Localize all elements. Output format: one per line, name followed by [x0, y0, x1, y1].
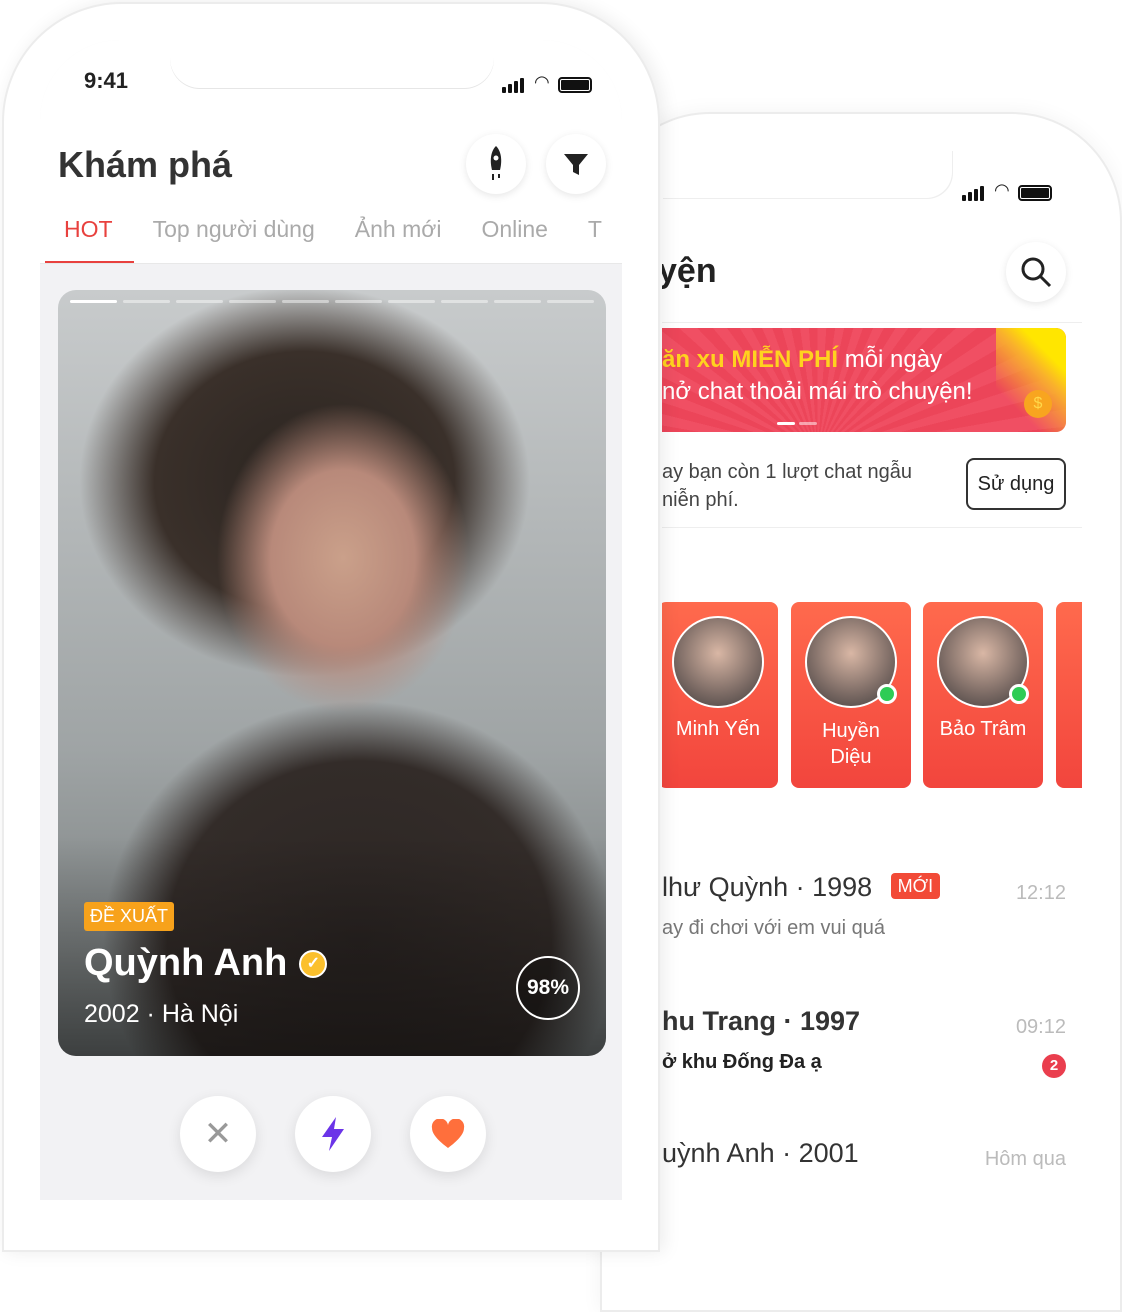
tab-new-photos[interactable]: Ảnh mới [355, 216, 442, 243]
chat-screen: ◠ yện $ ăn xu MIỄN PHÍ mỗi ngày nở chat … [662, 150, 1082, 1194]
status-bar: ◠ [962, 180, 1052, 201]
filter-icon [564, 154, 588, 175]
status-time: 9:41 [84, 68, 129, 93]
story-item[interactable]: Huyền Diệu [791, 602, 911, 788]
tab-online[interactable]: Online [481, 216, 547, 243]
conversation-row[interactable]: uỳnh Anh · 2001 Hôm qua [662, 1138, 1082, 1170]
promo-banner[interactable]: $ ăn xu MIỄN PHÍ mỗi ngày nở chat thoải … [662, 328, 1066, 432]
discover-screen: 9:41 ◠ Khám phá HOT Top người dùng Ảnh m… [40, 40, 622, 1200]
lightning-icon [322, 1117, 344, 1151]
signal-icon [962, 183, 986, 201]
battery-icon [557, 77, 592, 93]
profile-card[interactable]: ĐỀ XUẤT Quỳnh Anh ✓ 2002 · Hà Nội 98% [58, 290, 606, 1056]
chat-message: ở khu Đống Đa ạ [662, 1051, 822, 1073]
tab-top-users[interactable]: Top người dùng [153, 216, 315, 243]
story-name: Huyền Diệu [822, 720, 880, 768]
search-icon [1021, 257, 1052, 288]
free-chat-notice: ay bạn còn 1 lượt chat ngẫu niễn phí. [662, 458, 912, 514]
recommended-badge: ĐỀ XUẤT [84, 902, 175, 931]
chat-time: 12:12 [1015, 882, 1066, 904]
notch [170, 40, 494, 88]
boost-button[interactable] [466, 134, 526, 194]
photo-progress [70, 300, 594, 303]
super-like-button[interactable] [295, 1096, 371, 1172]
chat-time: 09:12 [1015, 1016, 1066, 1038]
filter-button[interactable] [546, 134, 606, 194]
banner-text: mỗi ngày [838, 346, 943, 373]
tab-bar: HOT Top người dùng Ảnh mới Online T [40, 216, 622, 243]
story-name: Minh Yến [675, 718, 761, 740]
story-item[interactable]: Bảo Trâm [923, 602, 1043, 788]
wifi-icon: ◠ [534, 72, 550, 92]
search-button[interactable] [1006, 242, 1066, 302]
notch [662, 150, 952, 198]
conversation-row[interactable]: hu Trang · 1997 09:12 ở khu Đống Đa ạ 2 [662, 1006, 1082, 1078]
use-button[interactable]: Sử dụng [966, 458, 1066, 510]
rocket-icon [490, 146, 502, 180]
banner-highlight: ăn xu MIỄN PHÍ [662, 346, 839, 373]
online-indicator [877, 684, 897, 704]
heart-icon [431, 1119, 465, 1148]
story-item[interactable]: Minh Yến [662, 602, 778, 788]
notice-line: niễn phí. [662, 489, 739, 511]
close-icon: ✕ [203, 1115, 233, 1153]
banner-pagination [777, 422, 817, 425]
online-indicator [1009, 684, 1029, 704]
conversation-row[interactable]: lhư Quỳnh · 1998 MỚI 12:12 ay đi chơi vớ… [662, 872, 1082, 940]
chat-message: ay đi chơi với em vui quá [662, 917, 885, 939]
story-item[interactable] [1056, 602, 1082, 788]
signal-icon [502, 75, 526, 93]
avatar [672, 616, 764, 708]
notice-line: ay bạn còn 1 lượt chat ngẫu [662, 461, 912, 483]
chat-name: lhư Quỳnh · 1998 [662, 872, 873, 902]
profile-name: Quỳnh Anh [84, 942, 288, 984]
profile-info: 2002 · Hà Nội [84, 1000, 239, 1028]
chat-name: uỳnh Anh · 2001 [662, 1138, 859, 1168]
coin-icon: $ [1024, 390, 1052, 418]
chat-name: hu Trang · 1997 [662, 1006, 861, 1036]
tab-hot[interactable]: HOT [64, 216, 113, 243]
status-bar: ◠ [502, 72, 592, 93]
new-badge: MỚI [890, 873, 941, 899]
chat-time: Hôm qua [984, 1148, 1066, 1170]
story-name: Bảo Trâm [939, 718, 1027, 740]
tab-more[interactable]: T [588, 216, 602, 243]
match-percentage: 98% [516, 956, 580, 1020]
page-title: Khám phá [58, 144, 233, 185]
unread-badge: 2 [1042, 1054, 1066, 1078]
verified-icon: ✓ [299, 949, 328, 978]
like-button[interactable] [410, 1096, 486, 1172]
battery-icon [1017, 185, 1052, 201]
banner-text-2: nở chat thoải mái trò chuyện! [662, 378, 973, 405]
dislike-button[interactable]: ✕ [180, 1096, 256, 1172]
page-title: yện [662, 252, 717, 290]
wifi-icon: ◠ [994, 180, 1010, 200]
